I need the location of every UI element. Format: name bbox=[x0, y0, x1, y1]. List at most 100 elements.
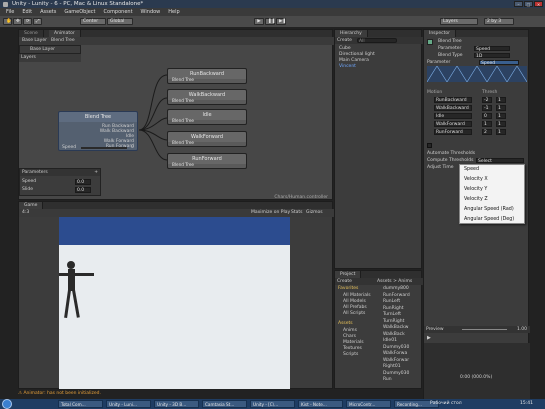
motion-row[interactable]: RunBackward -2 1 bbox=[424, 97, 530, 104]
rotate-tool-icon[interactable]: ⟳ bbox=[23, 18, 32, 25]
pause-button[interactable]: ❚❚ bbox=[265, 18, 276, 25]
motion-field[interactable]: WalkBackward bbox=[434, 105, 472, 111]
threshold-field[interactable]: 2 bbox=[482, 129, 492, 135]
menu-option[interactable]: Velocity X bbox=[460, 175, 524, 185]
tab-project[interactable]: Project bbox=[335, 271, 362, 278]
parameter-dropdown[interactable]: Speed bbox=[474, 46, 510, 52]
param-speed-field[interactable]: 0.0 bbox=[75, 179, 91, 185]
threshold-field[interactable]: -2 bbox=[482, 97, 492, 103]
asset-file[interactable]: Dummy030 bbox=[383, 371, 409, 376]
menu-file[interactable]: File bbox=[6, 9, 14, 15]
menu-option[interactable]: Angular Speed (Deg) bbox=[460, 215, 524, 225]
folder-item[interactable]: Scripts bbox=[343, 352, 358, 357]
taskbar-item[interactable]: MicroContr... bbox=[346, 400, 391, 408]
menu-edit[interactable]: Edit bbox=[22, 9, 32, 15]
motion-row[interactable]: Idle 0 1 bbox=[424, 113, 530, 120]
asset-file[interactable]: TurnRight bbox=[383, 319, 404, 324]
asset-file[interactable]: Idle01 bbox=[383, 338, 397, 343]
layout-dropdown[interactable]: 2 by 3 bbox=[484, 18, 514, 25]
menu-option[interactable]: Velocity Z bbox=[460, 195, 524, 205]
taskbar-item[interactable]: Unity - 3D B... bbox=[154, 400, 199, 408]
favorite-item[interactable]: All Scripts bbox=[343, 311, 365, 316]
close-button[interactable]: ✕ bbox=[534, 1, 543, 7]
motion-node-walk-backward[interactable]: WalkBackward Blend Tree bbox=[167, 89, 247, 105]
favorite-item[interactable]: All Models bbox=[343, 299, 366, 304]
taskbar-item[interactable]: Unity - [C\... bbox=[250, 400, 295, 408]
layers-dropdown[interactable]: Layers bbox=[440, 18, 478, 25]
pivot-center-toggle[interactable]: Center bbox=[80, 18, 106, 25]
hierarchy-item[interactable]: Cube bbox=[339, 46, 351, 51]
blend-thresholds-graph[interactable] bbox=[427, 66, 527, 82]
speed-field[interactable]: 1 bbox=[496, 97, 506, 103]
menu-window[interactable]: Window bbox=[141, 9, 161, 15]
hierarchy-item[interactable]: Directional light bbox=[339, 52, 375, 57]
compute-thresholds-dropdown[interactable]: Select bbox=[476, 158, 524, 164]
asset-file[interactable]: RunForward bbox=[383, 293, 410, 298]
project-create-button[interactable]: Create bbox=[337, 279, 352, 284]
threshold-field[interactable]: 1 bbox=[482, 121, 492, 127]
scale-tool-icon[interactable]: ⤢ bbox=[33, 18, 42, 25]
taskbar-item[interactable]: Camtasia St... bbox=[202, 400, 247, 408]
tray-desktop-label[interactable]: Рабочий стол bbox=[430, 401, 462, 406]
asset-file[interactable]: WalkForwar bbox=[383, 358, 409, 363]
threshold-field[interactable]: 0 bbox=[482, 113, 492, 119]
step-button[interactable]: ▶❚ bbox=[276, 18, 286, 25]
asset-file[interactable]: RunLeft bbox=[383, 299, 400, 304]
favorite-item[interactable]: All Prefabs bbox=[343, 305, 367, 310]
blend-param-slider[interactable] bbox=[81, 147, 127, 149]
asset-file[interactable]: RunRight bbox=[383, 306, 403, 311]
taskbar-item[interactable]: Unity - Luni... bbox=[106, 400, 151, 408]
motion-row[interactable]: RunForward 2 1 bbox=[424, 129, 530, 136]
menu-option[interactable]: Speed bbox=[460, 165, 524, 175]
speed-field[interactable]: 1 bbox=[496, 113, 506, 119]
game-viewport[interactable] bbox=[59, 217, 290, 389]
maximize-button[interactable]: □ bbox=[524, 1, 533, 7]
move-tool-icon[interactable]: ✥ bbox=[13, 18, 22, 25]
folder-item[interactable]: Chars bbox=[343, 334, 356, 339]
tab-hierarchy[interactable]: Hierarchy bbox=[335, 30, 368, 37]
asset-file[interactable]: TurnLeft bbox=[383, 312, 401, 317]
folder-item[interactable]: Textures bbox=[343, 346, 362, 351]
motion-field[interactable]: Idle bbox=[434, 113, 472, 119]
motion-node-run-backward[interactable]: RunBackward Blend Tree bbox=[167, 68, 247, 84]
stats-toggle[interactable]: Stats bbox=[291, 210, 303, 215]
motion-node-idle[interactable]: Idle Blend Tree bbox=[167, 109, 247, 125]
start-button-icon[interactable] bbox=[2, 399, 12, 409]
motion-node-walk-forward[interactable]: WalkForward Blend Tree bbox=[167, 131, 247, 147]
hierarchy-create-button[interactable]: Create bbox=[337, 38, 352, 43]
hierarchy-item[interactable]: Main Camera bbox=[339, 58, 369, 63]
parameter-section-value[interactable]: Speed bbox=[479, 60, 519, 66]
asset-file[interactable]: dummy800 bbox=[383, 286, 409, 291]
menu-assets[interactable]: Assets bbox=[40, 9, 56, 15]
blend-type-dropdown[interactable]: 1D bbox=[474, 53, 510, 59]
hand-tool-icon[interactable]: ✋ bbox=[3, 18, 12, 25]
favorite-item[interactable]: All Materials bbox=[343, 293, 371, 298]
speed-field[interactable]: 1 bbox=[496, 129, 506, 135]
folder-item[interactable]: Materials bbox=[343, 340, 364, 345]
param-slide-field[interactable]: 0.0 bbox=[75, 187, 91, 193]
hierarchy-search-input[interactable]: All bbox=[357, 38, 397, 44]
taskbar-item[interactable]: Kist - Note... bbox=[298, 400, 343, 408]
motion-field[interactable]: RunForward bbox=[434, 129, 472, 135]
motion-row[interactable]: WalkBackward -1 1 bbox=[424, 105, 530, 112]
menu-gameobject[interactable]: GameObject bbox=[64, 9, 95, 15]
taskbar-item[interactable]: Total Com... bbox=[58, 400, 103, 408]
asset-file[interactable]: WalkForwa bbox=[383, 351, 407, 356]
motion-field[interactable]: RunBackward bbox=[434, 97, 472, 103]
tab-inspector[interactable]: Inspector bbox=[424, 30, 456, 37]
motion-row[interactable]: WalkForward 1 1 bbox=[424, 121, 530, 128]
asset-file[interactable]: WalkBack bbox=[383, 332, 405, 337]
preview-speed-slider[interactable] bbox=[462, 329, 507, 330]
asset-file[interactable]: Dummy030 bbox=[383, 345, 409, 350]
add-parameter-icon[interactable]: + bbox=[94, 170, 98, 175]
folder-item[interactable]: Anims bbox=[343, 328, 357, 333]
preview-viewport[interactable]: 0:00 (000.0%) bbox=[424, 343, 530, 400]
pivot-global-toggle[interactable]: Global bbox=[107, 18, 133, 25]
asset-file[interactable]: Run bbox=[383, 377, 392, 382]
gizmos-dropdown[interactable]: Gizmos bbox=[306, 210, 323, 215]
asset-file[interactable]: WalkBackw bbox=[383, 325, 408, 330]
menu-component[interactable]: Component bbox=[104, 9, 133, 15]
hierarchy-item-selected[interactable]: Vincent bbox=[339, 64, 356, 69]
automate-thresholds-checkbox[interactable] bbox=[427, 143, 432, 148]
aspect-dropdown[interactable]: 4:3 bbox=[22, 210, 29, 215]
